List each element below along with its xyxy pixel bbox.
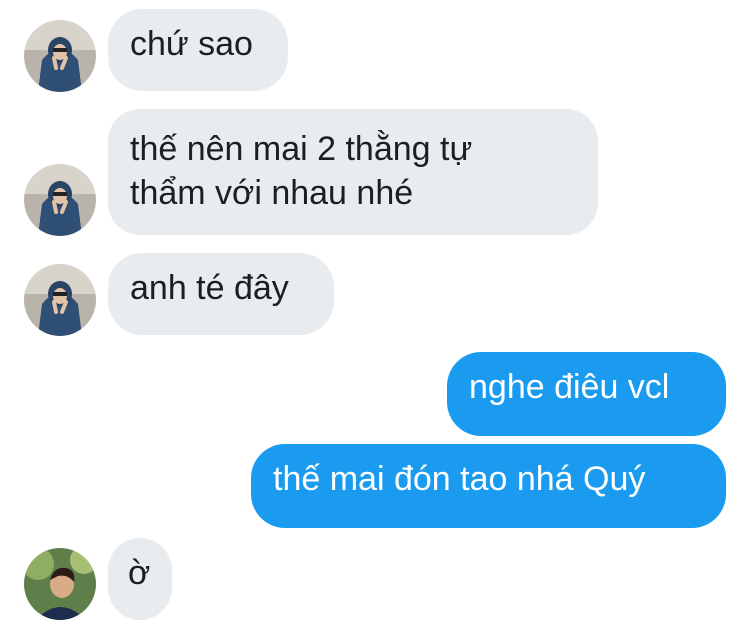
message-bubble[interactable]: chứ sao bbox=[108, 9, 288, 91]
message-bubble[interactable]: ờ bbox=[108, 538, 172, 620]
contact-avatar[interactable] bbox=[24, 20, 96, 92]
contact-avatar[interactable] bbox=[24, 548, 96, 620]
avatar-photo-icon bbox=[24, 20, 96, 92]
avatar-photo-icon bbox=[24, 264, 96, 336]
message-bubble[interactable]: anh té đây bbox=[108, 253, 334, 335]
message-bubble[interactable]: nghe điêu vcl bbox=[447, 352, 726, 436]
avatar-photo-icon bbox=[24, 548, 96, 620]
contact-avatar[interactable] bbox=[24, 264, 96, 336]
message-thread: chứ sao thế nên mai 2 thằng tự thẩm với … bbox=[0, 0, 750, 632]
contact-avatar[interactable] bbox=[24, 164, 96, 236]
avatar-photo-icon bbox=[24, 164, 96, 236]
message-bubble[interactable]: thế nên mai 2 thằng tự thẩm với nhau nhé bbox=[108, 109, 598, 235]
message-bubble[interactable]: thế mai đón tao nhá Quý bbox=[251, 444, 726, 528]
